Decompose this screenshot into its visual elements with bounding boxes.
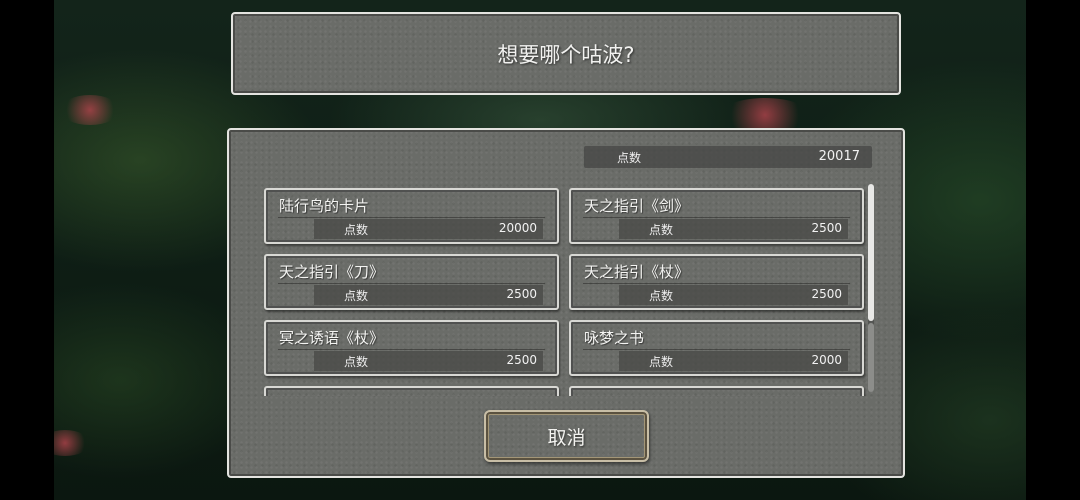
cost-value: 2000 <box>811 353 842 367</box>
item-cost-bar: 点数 20000 <box>314 219 543 239</box>
divider <box>278 217 545 218</box>
background-flowers <box>720 98 810 132</box>
item-card-dream-chant-book[interactable]: 咏梦之书 点数 2000 <box>569 320 864 376</box>
divider <box>583 217 850 218</box>
item-card-heaven-guide-katana[interactable]: 天之指引《刀》 点数 2500 <box>264 254 559 310</box>
list-scrollbar[interactable] <box>868 184 874 392</box>
cost-value: 2500 <box>811 287 842 301</box>
cancel-label: 取消 <box>547 426 586 449</box>
dialog-title: 想要哪个咕波? <box>497 42 635 67</box>
item-name: 冥之诱语《杖》 <box>279 329 385 347</box>
background-flowers <box>60 95 120 125</box>
exchange-panel: 点数 20017 陆行鸟的卡片 点数 20000 天之指引《剑》 点数 2500… <box>227 128 905 478</box>
item-card-heaven-guide-sword[interactable]: 天之指引《剑》 点数 2500 <box>569 188 864 244</box>
item-cost-bar: 点数 2500 <box>619 219 848 239</box>
points-balance: 点数 20017 <box>584 146 872 168</box>
points-value: 20017 <box>818 149 860 164</box>
item-cost-bar: 点数 2500 <box>619 285 848 305</box>
item-card-underworld-whisper-staff[interactable]: 冥之诱语《杖》 点数 2500 <box>264 320 559 376</box>
left-letterbox <box>0 0 54 500</box>
right-letterbox <box>1026 0 1080 500</box>
scrollbar-track-remaining <box>868 323 874 392</box>
item-card-heaven-guide-staff[interactable]: 天之指引《杖》 点数 2500 <box>569 254 864 310</box>
item-card-chocobo-card[interactable]: 陆行鸟的卡片 点数 20000 <box>264 188 559 244</box>
cost-label: 点数 <box>344 223 369 237</box>
cost-label: 点数 <box>344 289 369 303</box>
item-name: 陆行鸟的卡片 <box>279 197 370 215</box>
title-panel: 想要哪个咕波? <box>231 12 901 95</box>
item-card-partial[interactable] <box>264 386 559 396</box>
divider <box>583 283 850 284</box>
item-name: 天之指引《剑》 <box>584 197 690 215</box>
cost-value: 2500 <box>506 353 537 367</box>
item-cost-bar: 点数 2500 <box>314 351 543 371</box>
item-name: 咏梦之书 <box>584 329 645 347</box>
cost-value: 2500 <box>506 287 537 301</box>
item-cost-bar: 点数 2500 <box>314 285 543 305</box>
cancel-button[interactable]: 取消 <box>484 410 649 462</box>
cost-value: 2500 <box>811 221 842 235</box>
divider <box>583 349 850 350</box>
item-name: 天之指引《杖》 <box>584 263 690 281</box>
item-cost-bar: 点数 2000 <box>619 351 848 371</box>
divider <box>278 283 545 284</box>
cost-label: 点数 <box>649 223 674 237</box>
cost-label: 点数 <box>344 355 369 369</box>
item-name: 天之指引《刀》 <box>279 263 385 281</box>
points-label: 点数 <box>617 151 642 165</box>
item-card-partial[interactable] <box>569 386 864 396</box>
divider <box>278 349 545 350</box>
cost-label: 点数 <box>649 289 674 303</box>
scrollbar-thumb[interactable] <box>868 184 874 321</box>
cost-value: 20000 <box>498 221 537 235</box>
cost-label: 点数 <box>649 355 674 369</box>
item-list[interactable]: 陆行鸟的卡片 点数 20000 天之指引《剑》 点数 2500 天之指引《刀》 … <box>264 184 869 396</box>
